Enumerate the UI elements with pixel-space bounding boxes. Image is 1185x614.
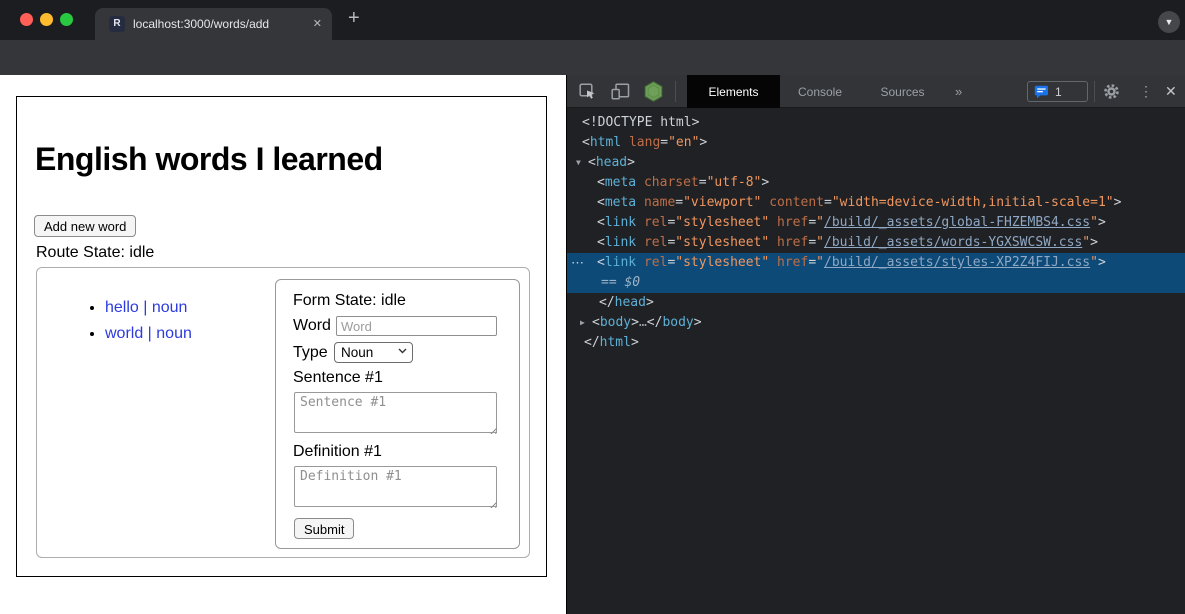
tab-console[interactable]: Console (780, 75, 860, 108)
window-close-button[interactable] (20, 13, 33, 26)
settings-gear-button[interactable] (1103, 83, 1120, 100)
word-list-item: hello | noun (105, 295, 192, 321)
devtools-code-line[interactable]: <!DOCTYPE html> (567, 113, 1185, 133)
devtools-code-line[interactable]: <meta name="viewport" content="width=dev… (567, 193, 1185, 213)
add-new-word-button[interactable]: Add new word (34, 215, 136, 237)
route-state-text: Route State: idle (36, 244, 154, 262)
sentence-textarea[interactable] (294, 392, 497, 433)
extension-hexagon-icon[interactable] (643, 81, 664, 102)
page-viewport: English words I learned Add new word Rou… (0, 75, 566, 614)
word-input[interactable] (336, 316, 497, 336)
devtools-code-line[interactable]: ▼<head> (567, 153, 1185, 173)
devtools-code-line[interactable]: == $0 (567, 273, 1185, 293)
word-label: Word (293, 317, 331, 334)
tab-search-button[interactable]: ▼ (1158, 11, 1180, 33)
window-zoom-button[interactable] (60, 13, 73, 26)
devtools-code-line[interactable]: <link rel="stylesheet" href="/build/_ass… (567, 213, 1185, 233)
devtools-code-line[interactable]: <meta charset="utf-8"> (567, 173, 1185, 193)
device-toolbar-button[interactable] (611, 83, 630, 100)
devtools-code-line[interactable]: ⋯<link rel="stylesheet" href="/build/_as… (567, 253, 1185, 273)
tab-title: localhost:3000/words/add (133, 17, 269, 31)
devtools-code-line[interactable]: <link rel="stylesheet" href="/build/_ass… (567, 233, 1185, 253)
devtools-panel: Elements Console Sources » 1 (566, 75, 1185, 614)
add-word-form: Form State: idle Word Type Noun (275, 279, 520, 549)
expand-arrow-icon[interactable]: ▼ (576, 153, 588, 173)
toolbar-divider (1094, 81, 1095, 102)
devtools-code-line[interactable]: <html lang="en"> (567, 133, 1185, 153)
row-actions-dots-icon[interactable]: ⋯ (571, 253, 585, 273)
devtools-code: <!DOCTYPE html><html lang="en">▼<head><m… (567, 108, 1185, 353)
inspect-element-button[interactable] (579, 83, 597, 100)
devtools-code-line[interactable]: ▶<body>…</body> (567, 313, 1185, 333)
remix-favicon-icon: R (109, 16, 125, 32)
devtools-close-button[interactable]: ✕ (1165, 83, 1177, 100)
tab-sources[interactable]: Sources (860, 75, 945, 108)
form-state-text: Form State: idle (293, 292, 406, 310)
toolbar-divider (675, 81, 676, 102)
new-tab-button[interactable]: + (348, 7, 360, 30)
tab-elements[interactable]: Elements (687, 75, 780, 108)
devtools-toolbar: Elements Console Sources » 1 (567, 75, 1185, 108)
app-container: English words I learned Add new word Rou… (16, 96, 547, 577)
message-bubble-icon (1034, 85, 1049, 99)
type-label: Type (293, 344, 328, 361)
word-link[interactable]: world | noun (105, 325, 192, 342)
tab-close-icon[interactable]: ✕ (313, 17, 322, 30)
words-panel: hello | noun world | noun Form State: idl… (36, 267, 530, 558)
browser-toolbar: ← → localhost:3000/words/add (0, 40, 1185, 75)
browser-tab[interactable]: R localhost:3000/words/add ✕ (95, 8, 332, 40)
window-minimize-button[interactable] (40, 13, 53, 26)
page-title: English words I learned (35, 141, 383, 178)
collapse-arrow-icon[interactable]: ▶ (580, 313, 592, 333)
devtools-code-line[interactable]: </head> (567, 293, 1185, 313)
browser-window: R localhost:3000/words/add ✕ + ▼ ← → lo (0, 0, 1185, 614)
definition-textarea[interactable] (294, 466, 497, 507)
submit-button[interactable]: Submit (294, 518, 354, 539)
more-tabs-button[interactable]: » (955, 84, 962, 99)
tab-strip: R localhost:3000/words/add ✕ + ▼ (0, 0, 1185, 40)
word-list: hello | noun world | noun (65, 295, 192, 347)
word-link[interactable]: hello | noun (105, 299, 187, 316)
word-list-item: world | noun (105, 321, 192, 347)
sentence-label: Sentence #1 (293, 369, 383, 387)
issues-counter[interactable]: 1 (1027, 81, 1088, 102)
definition-label: Definition #1 (293, 443, 382, 461)
issue-count: 1 (1055, 85, 1062, 99)
devtools-code-line[interactable]: </html> (567, 333, 1185, 353)
devtools-menu-button[interactable]: ⋮ (1139, 83, 1153, 100)
type-select[interactable]: Noun (334, 342, 413, 363)
